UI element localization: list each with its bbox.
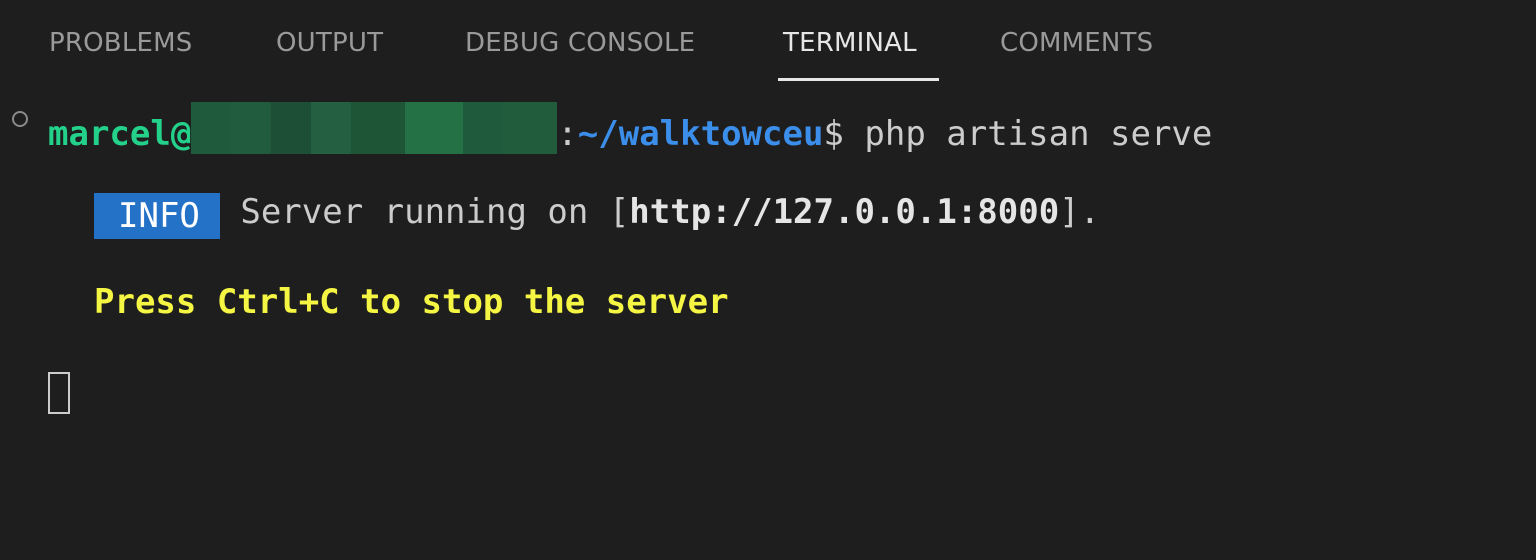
stop-hint: Press Ctrl+C to stop the server: [94, 282, 729, 322]
info-badge: INFO: [94, 193, 220, 239]
info-text-prefix: Server running on [: [219, 192, 630, 232]
active-tab-indicator: [778, 78, 939, 81]
tab-comments[interactable]: COMMENTS: [1000, 24, 1153, 82]
prompt-path: ~/walktowceu: [577, 114, 824, 154]
prompt-user: marcel@: [48, 114, 192, 154]
redacted-hostname: [191, 102, 558, 154]
server-url[interactable]: http://127.0.0.1:8000: [629, 192, 1059, 232]
prompt-command: php artisan serve: [843, 114, 1213, 154]
prompt-line: marcel@:~/walktowceu$ php artisan serve: [48, 102, 1212, 154]
tab-terminal[interactable]: TERMINAL: [783, 24, 917, 82]
prompt-symbol: $: [823, 114, 844, 154]
tab-debug-console[interactable]: DEBUG CONSOLE: [465, 24, 695, 82]
info-line: INFO Server running on [http://127.0.0.1…: [94, 192, 1101, 239]
terminal-cursor: [48, 372, 70, 414]
panel-tab-bar: PROBLEMS OUTPUT DEBUG CONSOLE TERMINAL C…: [0, 0, 1536, 84]
prompt-separator: :: [557, 114, 578, 154]
terminal-output[interactable]: marcel@:~/walktowceu$ php artisan serve …: [0, 84, 1536, 560]
info-text-suffix: ].: [1059, 192, 1101, 232]
tab-problems[interactable]: PROBLEMS: [49, 24, 193, 82]
terminal-panel: PROBLEMS OUTPUT DEBUG CONSOLE TERMINAL C…: [0, 0, 1536, 560]
tab-output[interactable]: OUTPUT: [276, 24, 383, 82]
